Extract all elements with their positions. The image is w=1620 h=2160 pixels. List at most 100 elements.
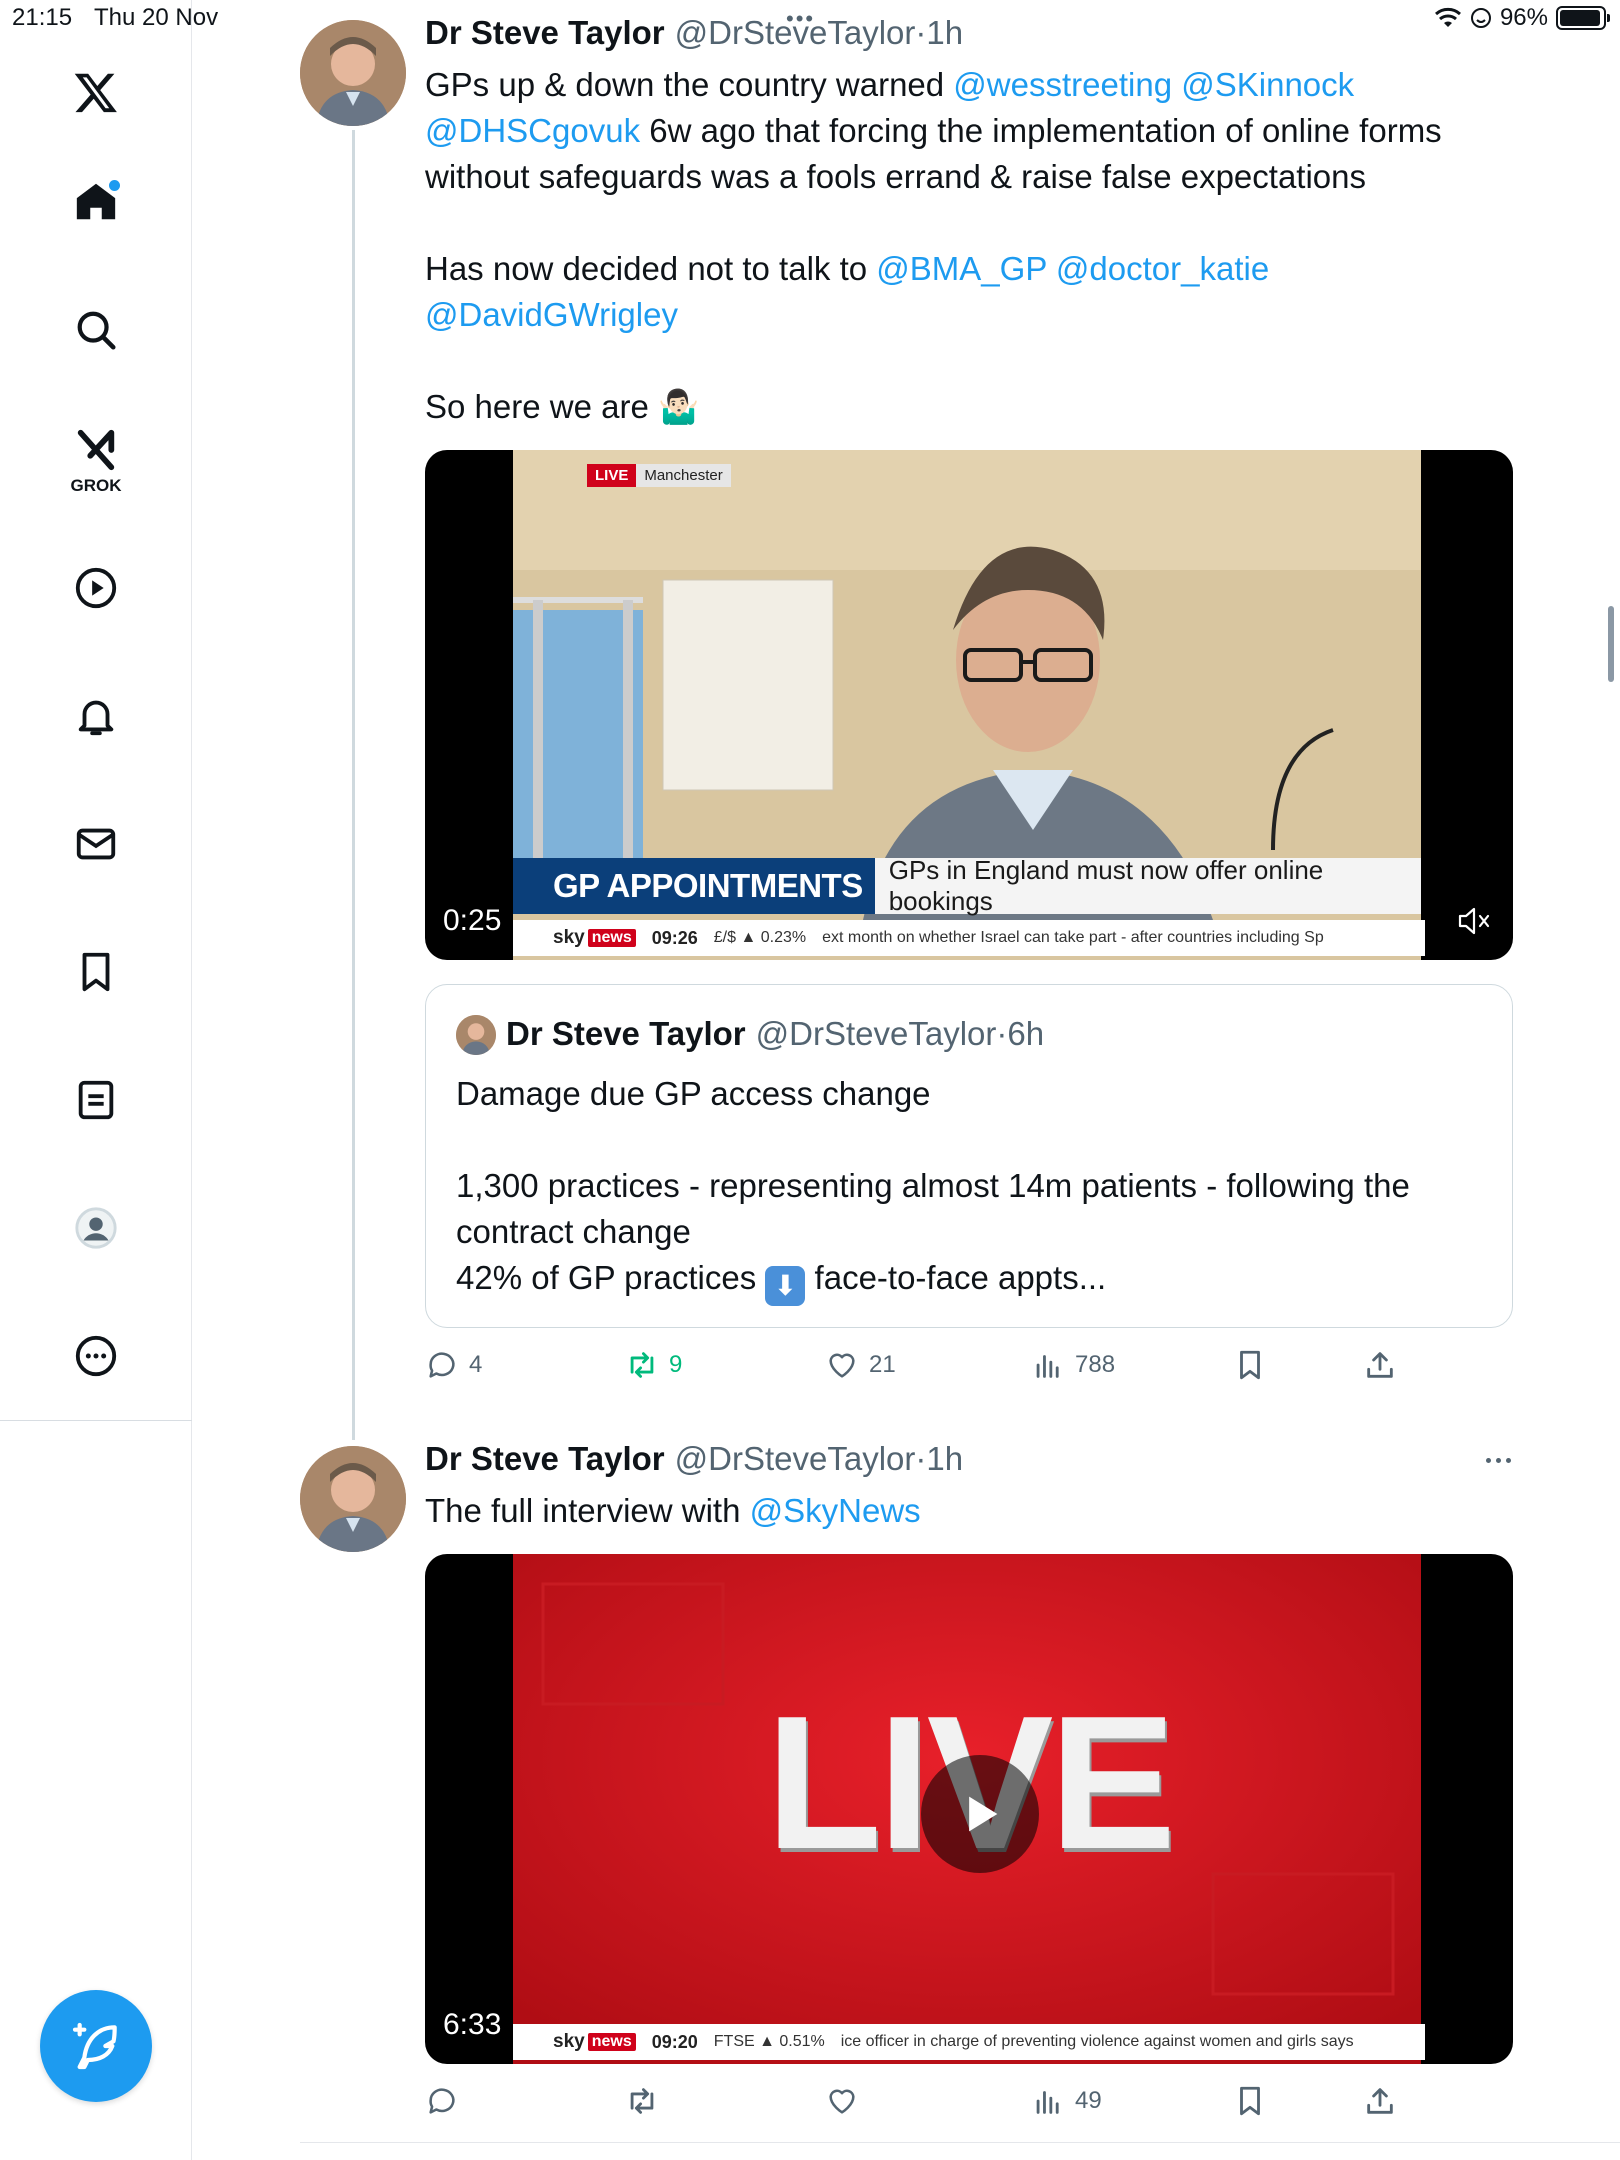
like-count: 21 (869, 1351, 896, 1378)
home-notification-dot (109, 180, 120, 191)
location-tag: Manchester (636, 464, 731, 487)
quote-author-name: Dr Steve Taylor (506, 1015, 746, 1052)
down-arrow-emoji-icon: ⬇ (765, 1266, 806, 1306)
video-player[interactable]: LIVE skynews 09:20 FTSE ▲ 0.51% ice offi… (425, 1554, 1513, 2064)
mention-link[interactable]: @doctor_katie (1056, 250, 1269, 287)
play-button[interactable] (921, 1755, 1039, 1873)
text-line: 6w ago that forcing the implementation o… (640, 112, 1442, 149)
mention-link[interactable]: @DHSCgovuk (425, 112, 640, 149)
share-button[interactable] (1363, 1348, 1397, 1382)
video-duration: 0:25 (443, 904, 502, 937)
author-handle[interactable]: @DrSteveTaylor (675, 1440, 916, 1477)
repost-button[interactable] (625, 2084, 669, 2118)
home-icon[interactable] (70, 176, 122, 228)
bookmarks-icon[interactable] (70, 946, 122, 998)
heart-icon (829, 2089, 855, 2114)
live-badge: LIVE Manchester (587, 464, 731, 487)
quote-line: face-to-face appts... (805, 1259, 1107, 1296)
author-name[interactable]: Dr Steve Taylor (425, 1440, 665, 1478)
sidebar-nav: GROK (0, 0, 192, 2160)
more-icon[interactable] (70, 1330, 122, 1382)
quoted-tweet[interactable]: Dr Steve Taylor @DrSteveTaylor·6h Damage… (425, 984, 1513, 1328)
text-line: So here we are 🤷🏻‍♂️ (425, 388, 700, 425)
mention-link[interactable]: @SkyNews (750, 1492, 921, 1529)
mention-link[interactable]: @wesstreeting (953, 66, 1172, 103)
sidebar-divider (0, 1420, 192, 1421)
mute-icon[interactable] (1457, 906, 1491, 936)
text-line: without safeguards was a fools errand & … (425, 158, 1367, 195)
ticker-time: 09:20 (651, 2031, 698, 2052)
author-handle[interactable]: @DrSteveTaylor (675, 14, 916, 51)
battery-percent: 96% (1499, 4, 1548, 31)
reply-count: 4 (469, 1351, 483, 1378)
app-window: 21:15 Thu 20 Nov ••• 96% GROK Dr Steve T… (0, 0, 1620, 2160)
notifications-icon[interactable] (70, 690, 122, 742)
news-lower-third: GP APPOINTMENTS GPs in England must now … (513, 855, 1421, 916)
views-chart-icon (1036, 1355, 1059, 1378)
grok-icon[interactable] (70, 424, 122, 476)
tweet-text: The full interview with @SkyNews (425, 1488, 1505, 1534)
profile-icon[interactable] (70, 1202, 122, 1254)
views-button[interactable]: 49 (1031, 2084, 1102, 2118)
news-ticker: sky news 09:26 £/$ ▲ 0.23% ext month on w… (513, 920, 1425, 956)
video-icon[interactable] (70, 562, 122, 614)
feed-separator (300, 2142, 1620, 2143)
reply-button[interactable] (425, 2084, 469, 2118)
like-button[interactable] (825, 2084, 869, 2118)
text-line: Has now decided not to talk to (425, 250, 877, 287)
tweet-text: GPs up & down the country warned @wesstr… (425, 62, 1505, 430)
text-line: The full interview with (425, 1492, 750, 1529)
reply-icon (429, 2088, 455, 2114)
lists-icon[interactable] (70, 1074, 122, 1126)
status-right: 96% (1434, 4, 1610, 32)
bookmark-icon (1240, 1350, 1260, 1380)
bookmark-icon (1240, 2086, 1260, 2116)
messages-icon[interactable] (70, 818, 122, 870)
mention-link[interactable]: @BMA_GP (876, 250, 1046, 287)
headline-right: GPs in England must now offer online boo… (874, 855, 1421, 916)
mention-link[interactable]: @SKinnock (1181, 66, 1354, 103)
focus-smile-icon (1470, 8, 1491, 28)
tweet-header: Dr Steve Taylor @DrSteveTaylor·1h (425, 1440, 963, 1478)
text-line: GPs up & down the country warned (425, 66, 954, 103)
tweet-time[interactable]: 1h (926, 1440, 963, 1477)
share-icon (1367, 2088, 1393, 2114)
wifi-icon (1434, 7, 1461, 27)
like-button[interactable]: 21 (825, 1348, 896, 1382)
share-button[interactable] (1363, 2084, 1397, 2118)
news-logo-text: news (587, 2033, 636, 2051)
repost-button[interactable]: 9 (625, 1348, 682, 1382)
views-button[interactable]: 788 (1031, 1348, 1115, 1382)
dot-separator: · (996, 1015, 1008, 1052)
tweet-actions: 49 (425, 2084, 1425, 2124)
repost-icon (630, 1352, 654, 1378)
views-count: 788 (1075, 1351, 1116, 1378)
quote-text: Damage due GP access change 1,300 practi… (456, 1071, 1486, 1306)
scrollbar[interactable] (1608, 606, 1614, 682)
sky-logo-text: sky (553, 2031, 585, 2052)
more-options-icon[interactable] (1478, 1450, 1518, 1470)
x-logo-icon[interactable] (70, 66, 122, 118)
compose-button[interactable] (40, 1990, 152, 2102)
avatar[interactable] (300, 20, 406, 126)
mention-link[interactable]: @DavidGWrigley (425, 296, 678, 333)
author-name[interactable]: Dr Steve Taylor (425, 14, 665, 52)
ticker-text: ice officer in charge of preventing viol… (840, 2033, 1354, 2050)
search-icon[interactable] (70, 304, 122, 356)
battery-icon (1556, 6, 1610, 30)
tweet-actions: 4 9 21 788 (425, 1348, 1425, 1388)
reply-icon (429, 1352, 455, 1378)
video-player[interactable]: LIVE Manchester GP APPOINTMENTS GPs in E… (425, 450, 1513, 960)
views-chart-icon (1036, 2091, 1059, 2114)
bookmark-button[interactable] (1233, 2084, 1267, 2118)
avatar[interactable] (300, 1446, 406, 1552)
grok-label: GROK (70, 476, 122, 495)
reply-button[interactable]: 4 (425, 1348, 482, 1382)
tweet-time[interactable]: 1h (926, 14, 963, 51)
tweet-header: Dr Steve Taylor @DrSteveTaylor·1h (425, 14, 963, 52)
ticker-text: ext month on whether Israel can take par… (822, 929, 1324, 946)
bookmark-button[interactable] (1233, 1348, 1267, 1382)
news-logo-text: news (587, 929, 636, 947)
